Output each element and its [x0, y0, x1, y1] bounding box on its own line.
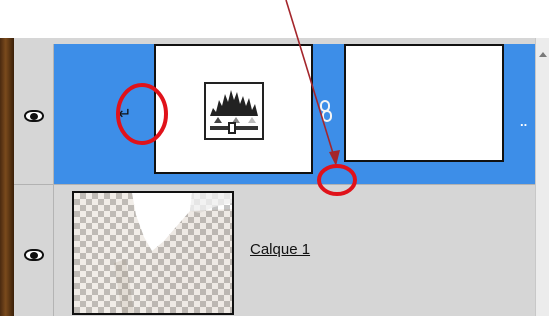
eye-icon[interactable]	[24, 249, 44, 261]
visibility-toggle[interactable]	[14, 44, 54, 184]
layer-mask-thumbnail[interactable]	[344, 44, 504, 162]
canvas-edge	[0, 38, 14, 316]
adjustment-thumbnail[interactable]	[154, 44, 313, 174]
histogram-graphic	[210, 90, 258, 116]
scrollbar[interactable]	[535, 38, 549, 316]
visibility-toggle[interactable]	[14, 185, 54, 316]
clipping-arrow-icon: ↵	[118, 104, 132, 123]
chain-link-icon[interactable]	[318, 100, 334, 122]
levels-slider-knob	[228, 122, 236, 134]
levels-icon	[204, 82, 264, 140]
layer-row-calque-1[interactable]: Calque 1	[14, 184, 535, 316]
screenshot: ↵ .. Calque 1	[0, 0, 549, 316]
layer-photo	[74, 193, 232, 313]
layer-thumbnail[interactable]	[72, 191, 234, 315]
layer-row-adjustment[interactable]: ↵ ..	[14, 44, 535, 184]
more-indicator: ..	[520, 114, 528, 129]
eye-icon[interactable]	[24, 110, 44, 122]
layer-name[interactable]: Calque 1	[250, 241, 310, 258]
layers-panel: ↵ .. Calque 1	[14, 38, 535, 316]
scroll-up-arrow-icon[interactable]	[539, 52, 547, 57]
